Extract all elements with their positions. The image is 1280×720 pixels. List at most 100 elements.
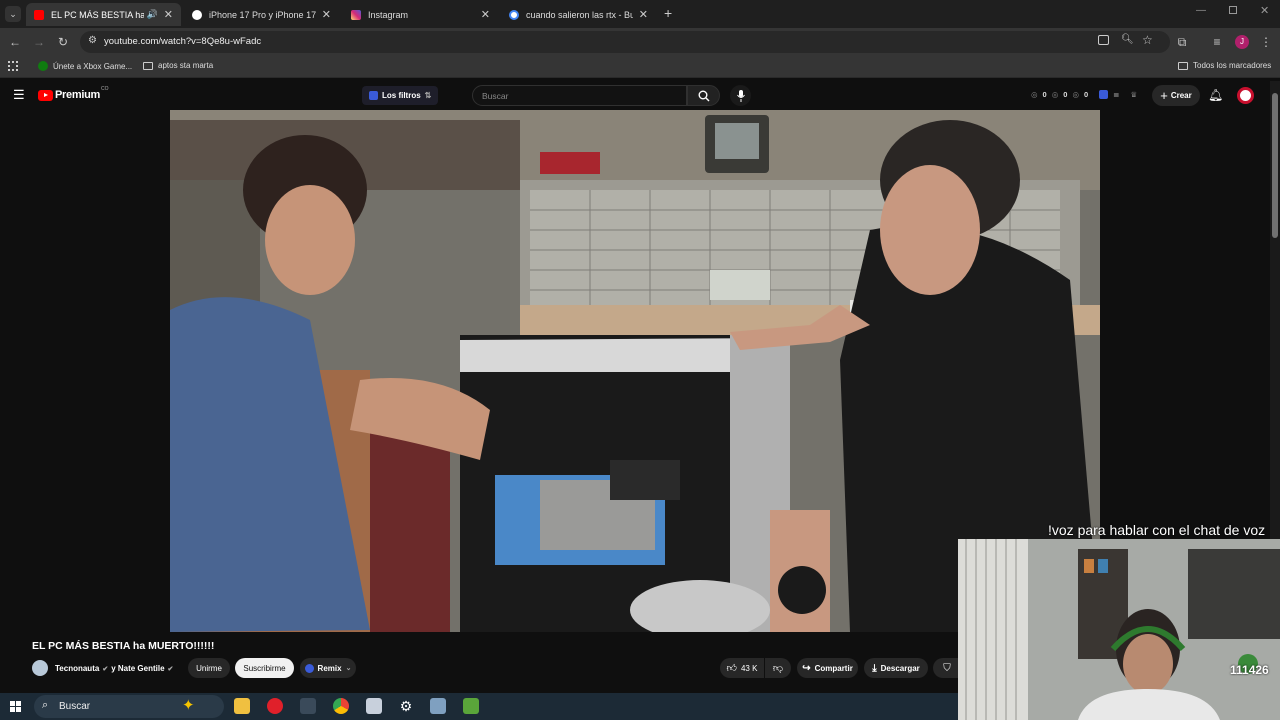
windows-start-icon[interactable] <box>10 701 21 712</box>
tab-youtube[interactable]: EL PC MÁS BESTIA ha MUERTO 🔊 ✕ <box>26 3 181 26</box>
chrome-icon[interactable] <box>333 698 349 714</box>
profile-avatar[interactable]: J <box>1235 35 1249 49</box>
forward-button[interactable]: → <box>31 34 47 50</box>
account-avatar[interactable] <box>1237 87 1254 104</box>
youtube-logo[interactable]: Premium CO <box>38 86 108 101</box>
bookmark-star-icon[interactable]: ☆ <box>1142 33 1153 47</box>
bookmark-label: aptos sta marta <box>158 61 214 70</box>
maximize-button[interactable] <box>1229 6 1237 14</box>
logo-text: Premium <box>55 89 100 101</box>
like-button[interactable]: 👍︎ 43 K <box>720 658 764 678</box>
file-explorer-icon[interactable] <box>234 698 250 714</box>
close-tab-icon[interactable]: ✕ <box>639 8 648 21</box>
sparkle-icon: ✦ <box>182 697 195 714</box>
back-button[interactable]: ← <box>7 34 23 50</box>
extensions-icon[interactable]: ⧉ <box>1174 34 1190 50</box>
tab-instagram[interactable]: Instagram ✕ <box>343 3 498 26</box>
tab-iphone[interactable]: iPhone 17 Pro y iPhone 17 Pro ✕ <box>184 3 339 26</box>
stats-bar: ◎ 0 ◎ 0 ◎ 0 ≣ ♕ <box>1031 90 1137 99</box>
bookmark-folder-aptos[interactable]: aptos sta marta <box>143 61 213 70</box>
webcam-image <box>958 539 1280 720</box>
webcam-feed: 111426 <box>958 539 1280 720</box>
tab-title: cuando salieron las rtx - Buscar <box>526 9 633 20</box>
scrollbar-thumb[interactable] <box>1272 93 1278 238</box>
join-button[interactable]: Unirme <box>188 658 230 678</box>
thanks-button[interactable]: ⛉ <box>933 658 961 678</box>
minimize-button[interactable]: — <box>1196 5 1206 16</box>
hamburger-menu-icon[interactable]: ☰ <box>13 88 25 101</box>
voice-search-button[interactable] <box>730 85 751 106</box>
google-favicon-icon <box>509 9 519 20</box>
windows-taskbar: ⌕ Buscar ✦ ⚙ <box>0 693 960 720</box>
audio-icon[interactable]: 🔊 <box>147 9 158 20</box>
dislike-button[interactable]: 👎︎ <box>765 658 791 678</box>
opera-icon[interactable] <box>267 698 283 714</box>
tab-title: EL PC MÁS BESTIA ha MUERTO <box>51 9 144 20</box>
close-tab-icon[interactable]: ✕ <box>322 8 331 21</box>
close-tab-icon[interactable]: ✕ <box>164 8 173 21</box>
badge-icon[interactable]: ♕ <box>1130 90 1137 99</box>
like-count: 43 K <box>740 663 758 673</box>
all-bookmarks-folder[interactable]: Todos los marcadores <box>1178 61 1271 70</box>
subscribe-label: Suscribirme <box>243 663 286 673</box>
xbox-icon <box>38 61 48 71</box>
media-controls-icon[interactable]: ≡ <box>1209 34 1225 50</box>
taskbar-search-label: Buscar <box>59 701 91 712</box>
share-button[interactable]: ↪ Compartir <box>797 658 858 678</box>
install-app-icon[interactable] <box>1098 35 1109 45</box>
create-button[interactable]: + Crear <box>1152 85 1200 106</box>
app-icon[interactable] <box>300 698 316 714</box>
url-text: youtube.com/watch?v=8Qe8u-wFadc <box>104 36 262 47</box>
new-tab-button[interactable]: + <box>664 5 672 21</box>
remix-button[interactable]: Remix ⌄ <box>300 658 356 678</box>
address-bar[interactable]: ⚙ youtube.com/watch?v=8Qe8u-wFadc 🔍︎ ☆ <box>80 31 1170 53</box>
folder-icon <box>1178 61 1188 70</box>
thumbs-down-icon: 👎︎ <box>772 663 784 674</box>
notifications-bell-icon[interactable]: 🔔︎ <box>1208 88 1223 102</box>
stat-value: 0 <box>1063 90 1068 99</box>
bookmark-xbox[interactable]: Únete a Xbox Game... <box>38 61 132 71</box>
search-icon <box>698 90 710 102</box>
instagram-favicon-icon <box>351 9 361 20</box>
tab-list-button[interactable]: ⌄ <box>5 6 21 22</box>
tab-google[interactable]: cuando salieron las rtx - Buscar ✕ <box>501 3 656 26</box>
shield-heart-icon: ⛉ <box>943 662 951 674</box>
channel-names[interactable]: Tecnonauta ✔ y Nate Gentile ✔ <box>55 664 173 673</box>
reload-button[interactable]: ↻ <box>55 34 71 50</box>
sliders-icon: ⇅ <box>424 91 432 100</box>
stream-counter: 111426 <box>1230 663 1269 677</box>
verified-icon: ✔ <box>167 665 174 673</box>
plus-icon: + <box>1160 88 1168 103</box>
browser-toolbar: ← → ↻ ⚙ youtube.com/watch?v=8Qe8u-wFadc … <box>0 28 1280 56</box>
taskbar-search[interactable]: ⌕ Buscar ✦ <box>34 695 224 718</box>
collab-name[interactable]: y Nate Gentile <box>111 664 164 673</box>
tab-title: iPhone 17 Pro y iPhone 17 Pro <box>209 9 316 20</box>
download-button[interactable]: ⤓ Descargar <box>864 658 928 678</box>
settings-gear-icon[interactable]: ⚙ <box>398 698 414 714</box>
minecraft-icon[interactable] <box>463 698 479 714</box>
app-icon[interactable] <box>366 698 382 714</box>
stat-value: 0 <box>1083 90 1089 99</box>
channel-avatar[interactable] <box>32 660 48 676</box>
site-info-icon[interactable]: ⚙ <box>88 35 97 46</box>
zoom-icon[interactable]: 🔍︎ <box>1121 34 1134 45</box>
search-placeholder: Buscar <box>482 91 509 101</box>
search-input[interactable]: Buscar <box>472 85 687 106</box>
join-label: Unirme <box>196 663 222 673</box>
close-window-button[interactable]: ✕ <box>1260 4 1269 17</box>
apps-grid-icon[interactable] <box>8 61 18 71</box>
filter-ext-icon[interactable] <box>1099 90 1109 99</box>
filters-button[interactable]: Los filtros ⇅ <box>362 86 439 105</box>
calculator-icon[interactable] <box>430 698 446 714</box>
site-favicon-icon <box>192 9 202 20</box>
subscribe-button[interactable]: Suscribirme <box>235 658 294 678</box>
filter-ext-icon <box>369 91 378 100</box>
page-scrollbar[interactable] <box>1270 81 1280 539</box>
channel-name[interactable]: Tecnonauta <box>55 664 99 673</box>
browser-menu-icon[interactable]: ⋮ <box>1258 34 1274 50</box>
stream-overlay-text: !voz para hablar con el chat de voz <box>1048 522 1266 538</box>
list-icon[interactable]: ≣ <box>1113 90 1119 99</box>
search-button[interactable] <box>687 85 720 106</box>
close-tab-icon[interactable]: ✕ <box>481 8 490 21</box>
search-icon: ⌕ <box>42 699 49 711</box>
